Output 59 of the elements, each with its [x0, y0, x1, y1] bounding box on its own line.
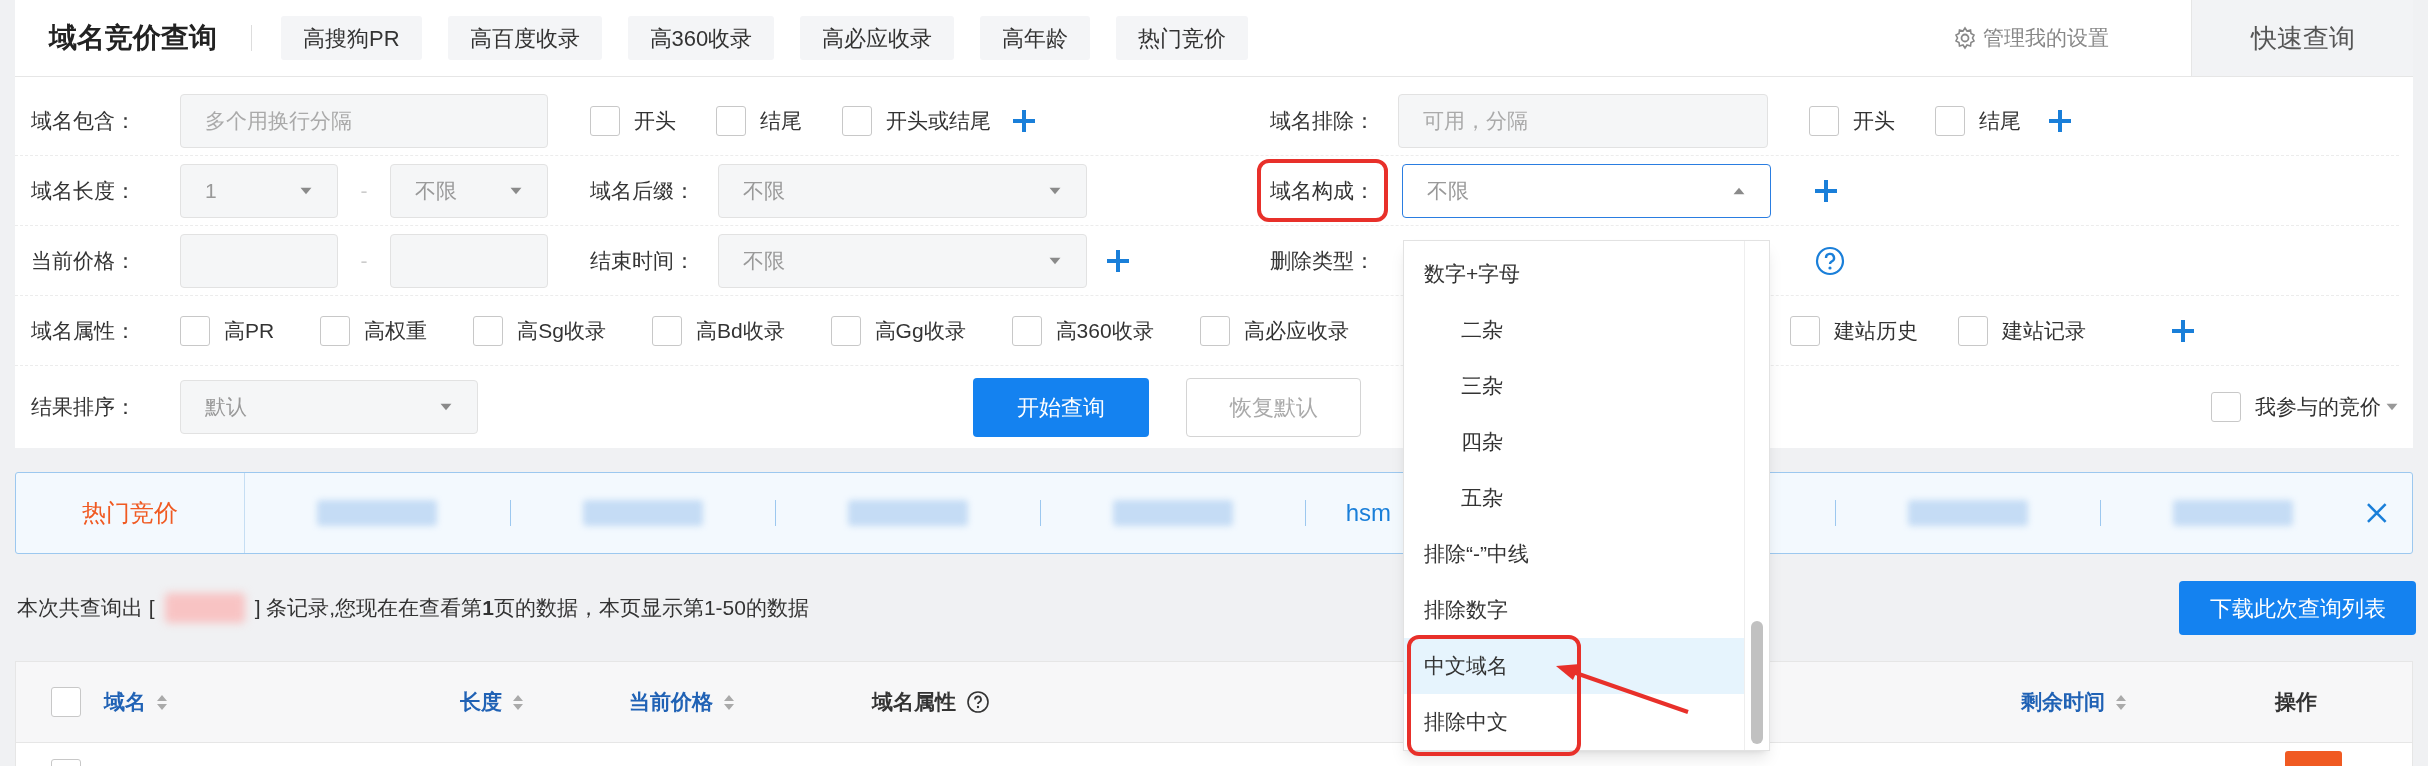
dropdown-option[interactable]: 三杂 [1404, 358, 1744, 414]
dropdown-option[interactable]: 四杂 [1404, 414, 1744, 470]
input-field[interactable]: 多个用换行分隔 [180, 93, 548, 148]
banner-label: 热门竞价 [81, 498, 178, 528]
field-label: 结束时间： [590, 247, 695, 274]
dropdown-option[interactable]: 数字+字母 [1404, 246, 1744, 302]
checkbox-label: 高Sg收录 [517, 317, 606, 344]
checkbox-label: 我参与的竞价 [2255, 394, 2381, 421]
field-label: 域名排除： [1270, 107, 1375, 134]
field-label: 当前价格： [31, 247, 136, 274]
checkbox-label: 高Gg收录 [874, 317, 966, 344]
checkbox-label: 开头或结尾 [886, 107, 991, 134]
checkbox-label: 结尾 [1979, 107, 2021, 134]
column-header[interactable]: 域名 [104, 686, 168, 718]
checkbox-label: 开头 [634, 107, 676, 134]
page-title: 域名竞价查询 [49, 21, 217, 55]
summary-text: 本次共查询出 [ [17, 595, 155, 622]
checkbox-label: 高必应收录 [1243, 317, 1349, 344]
filter-tab[interactable]: 热门竞价 [1116, 16, 1249, 60]
filter-tab[interactable]: 高搜狗PR [281, 16, 422, 60]
settings-link[interactable]: 管理我的设置 [1953, 22, 2109, 54]
checkbox-label: 建站历史 [1834, 317, 1918, 344]
domain-link[interactable]: hsm [1345, 495, 1391, 531]
checkbox-label: 高Bd收录 [695, 317, 785, 344]
dropdown-option[interactable]: 中文域名 [1404, 638, 1744, 694]
quick-query-tab[interactable]: 快速查询 [2191, 0, 2413, 76]
field-label: 域名长度： [31, 177, 136, 204]
checkbox-label: 结尾 [760, 107, 802, 134]
range-dash: - [359, 247, 369, 274]
dropdown-option[interactable]: 排除“-”中线 [1404, 526, 1744, 582]
dropdown-option[interactable]: 五杂 [1404, 470, 1744, 526]
dropdown-option[interactable]: 排除数字 [1404, 582, 1744, 638]
dropdown-option[interactable]: 排除中文 [1404, 694, 1744, 750]
summary-text: ] 条记录,您现在在查看第1页的数据，本页显示第1-50的数据 [254, 595, 809, 622]
checkbox-label: 高权重 [364, 317, 428, 344]
field-label: 域名属性： [31, 317, 136, 344]
column-header[interactable]: 长度 [460, 686, 524, 718]
dropdown-option[interactable]: 二杂 [1404, 302, 1744, 358]
field-label: 域名后缀： [590, 177, 695, 204]
field-label: 删除类型： [1270, 247, 1375, 274]
checkbox-label: 建站记录 [2002, 317, 2086, 344]
input-field[interactable]: 可用，分隔 [1398, 93, 1768, 148]
column-header[interactable]: 剩余时间 [2021, 686, 2127, 718]
checkbox-label: 开头 [1853, 107, 1895, 134]
field-label: 域名包含： [31, 107, 136, 134]
column-header: 操作 [2275, 689, 2317, 716]
download-button[interactable]: 下载此次查询列表 [2179, 581, 2416, 635]
filter-tab[interactable]: 高年龄 [980, 16, 1091, 60]
filter-tab[interactable]: 高360收录 [627, 16, 775, 60]
checkbox-label: 高PR [224, 317, 275, 344]
search-button[interactable]: 开始查询 [973, 377, 1149, 437]
field-label: 域名构成： [1257, 158, 1388, 223]
filter-tab[interactable]: 高百度收录 [447, 16, 602, 60]
range-dash: - [359, 177, 369, 204]
column-header[interactable]: 当前价格 [629, 686, 735, 718]
column-header: 域名属性 [872, 686, 990, 718]
field-label: 结果排序： [31, 394, 136, 421]
filter-tab[interactable]: 高必应收录 [800, 16, 955, 60]
checkbox-label: 高360收录 [1055, 317, 1154, 344]
